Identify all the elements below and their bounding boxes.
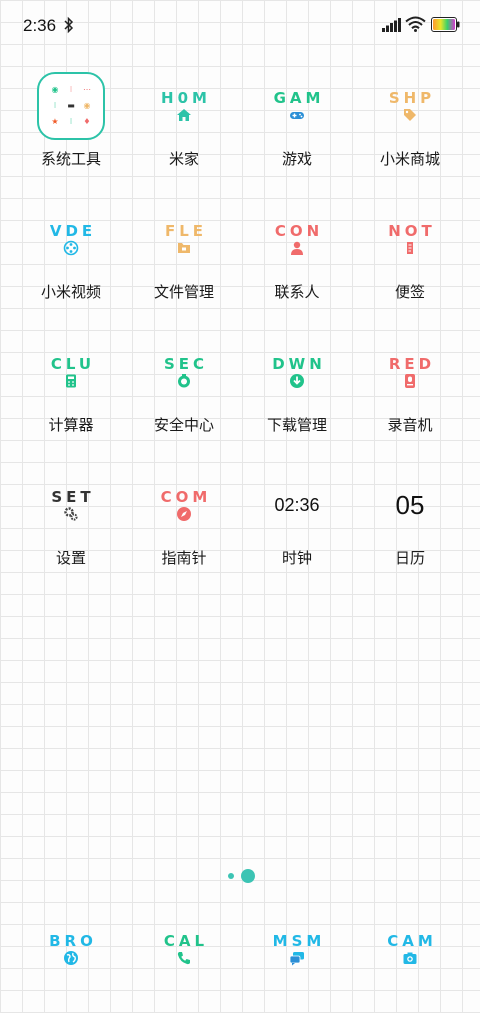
battery-icon [431, 17, 460, 32]
page-dot-1[interactable] [228, 873, 234, 879]
compass-icon [177, 506, 191, 521]
app-security[interactable]: SEC 安全中心 [129, 334, 239, 444]
film-reel-icon [63, 240, 79, 255]
app-label: 小米视频 [40, 283, 101, 301]
app-abbr: BRO [49, 932, 97, 950]
app-label: 设置 [55, 549, 86, 567]
wifi-icon [405, 16, 426, 32]
gamepad-icon [290, 111, 304, 119]
app-label: 安全中心 [153, 416, 214, 434]
note-icon [407, 241, 413, 254]
app-abbr: NOT [388, 221, 436, 240]
app-label: 指南针 [161, 549, 207, 567]
app-notes[interactable]: NOT 便签 [355, 201, 465, 311]
app-label: 下载管理 [266, 416, 327, 434]
app-abbr: H0M [161, 88, 211, 107]
app-abbr: DWN [272, 354, 326, 373]
dock-phone[interactable]: CAL [129, 933, 239, 973]
dock-camera[interactable]: CAM [355, 933, 465, 973]
app-label: 录音机 [387, 416, 433, 434]
app-abbr: COM [160, 487, 212, 506]
recorder-icon [405, 373, 415, 388]
app-file-manager[interactable]: FLE 文件管理 [129, 201, 239, 311]
dock-messages[interactable]: MSM [242, 933, 352, 973]
app-abbr: FLE [164, 221, 208, 240]
app-settings[interactable]: SET 设置 [16, 467, 126, 577]
app-label: 日历 [394, 549, 425, 567]
phone-icon [177, 952, 190, 965]
camera-icon [403, 952, 417, 964]
folder-icon [178, 242, 190, 253]
app-abbr: CAM [387, 932, 437, 950]
page-indicator [0, 868, 480, 884]
app-recorder[interactable]: RED 录音机 [355, 334, 465, 444]
app-abbr: MSM [272, 932, 326, 950]
dock-browser[interactable]: BRO [16, 933, 126, 973]
app-label: 文件管理 [153, 283, 214, 301]
app-system-tools[interactable]: ◉ ⁝ ⋯ ⁝ ▬ ◉ ★ ⁝ ♦ 系统工具 [16, 68, 126, 178]
app-abbr: CON [274, 221, 324, 240]
app-home[interactable]: H0M 米家 [129, 68, 239, 178]
tag-icon [404, 108, 416, 121]
calendar-widget-day: 05 [395, 489, 425, 520]
calculator-icon [66, 374, 76, 387]
person-icon [291, 241, 303, 255]
globe-icon [64, 951, 78, 965]
shield-icon [178, 373, 190, 387]
status-bar: 2:36 [0, 0, 480, 52]
app-label: 便签 [394, 283, 425, 301]
app-abbr: CLU [50, 354, 96, 373]
app-label: 时钟 [281, 549, 312, 567]
message-icon [289, 952, 304, 966]
app-label: 计算器 [48, 416, 94, 434]
app-compass[interactable]: COM 指南针 [129, 467, 239, 577]
app-label: 游戏 [281, 150, 312, 168]
app-mi-store[interactable]: SHP 小米商城 [355, 68, 465, 178]
app-label: 联系人 [274, 283, 320, 301]
app-abbr: RED [388, 354, 436, 373]
app-label: 系统工具 [40, 150, 101, 168]
clock-widget-time: 02:36 [274, 494, 320, 515]
app-contacts[interactable]: CON 联系人 [242, 201, 352, 311]
bluetooth-icon [64, 16, 74, 34]
app-abbr: CAL [163, 932, 209, 950]
app-downloads[interactable]: DWN 下载管理 [242, 334, 352, 444]
app-abbr: SHP [388, 88, 436, 107]
app-calculator[interactable]: CLU 计算器 [16, 334, 126, 444]
gear-icon [64, 506, 78, 521]
app-abbr: GAM [273, 88, 325, 107]
app-games[interactable]: GAM 游戏 [242, 68, 352, 178]
app-label: 小米商城 [379, 150, 440, 168]
app-label: 米家 [168, 150, 199, 168]
app-mi-video[interactable]: VDE 小米视频 [16, 201, 126, 311]
folder-grid-icon: ◉ ⁝ ⋯ ⁝ ▬ ◉ ★ ⁝ ♦ [37, 72, 105, 140]
home-icon [177, 108, 191, 121]
app-clock[interactable]: 02:36 时钟 [242, 467, 352, 577]
download-icon [290, 373, 304, 388]
signal-icon [382, 18, 401, 32]
app-calendar[interactable]: 05 日历 [355, 467, 465, 577]
status-time: 2:36 [23, 16, 57, 35]
app-abbr: SET [51, 487, 95, 506]
app-abbr: VDE [49, 221, 97, 240]
page-dot-2-active[interactable] [241, 869, 255, 883]
app-abbr: SEC [163, 354, 209, 373]
